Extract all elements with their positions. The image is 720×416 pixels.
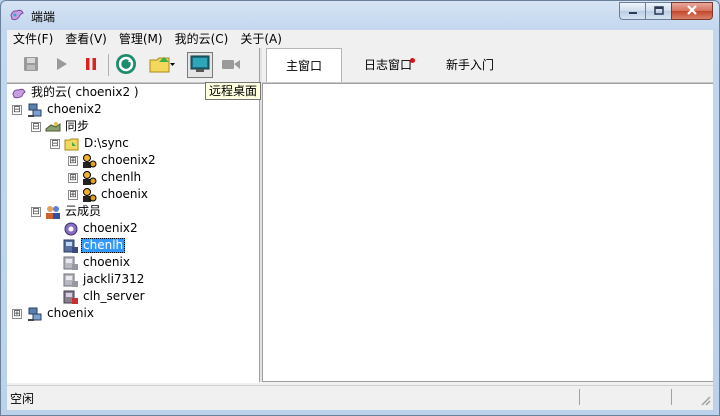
tree-label: choenix2 [47,102,102,116]
close-button[interactable] [671,2,713,20]
server-icon [63,289,79,305]
tree-label: choenix [83,255,130,269]
user-sync-icon [81,187,97,203]
expand-toggle[interactable]: ⊞ [12,309,22,319]
play-icon [53,56,69,75]
tree-label: choenix [101,187,148,201]
cloud-tree[interactable]: 我的云( choenix2 ) ⊟ choenix2 ⊟ 同步 ⊟ D:\syn… [7,83,259,383]
tree-item-sync-chenlh[interactable]: chenlh [81,169,143,186]
tooltip: 远程桌面 [205,82,262,100]
play-button[interactable] [49,53,73,77]
menu-bar: 文件(F) 查看(V) 管理(M) 我的云(C) 关于(A) [7,30,713,48]
title-bar[interactable]: 端端 [1,1,719,29]
refresh-icon [115,53,137,78]
tree-item-member-choenix[interactable]: choenix [63,254,132,271]
folder-icon [64,136,80,152]
expand-toggle[interactable]: ⊞ [68,173,78,183]
expand-toggle[interactable]: ⊟ [50,139,60,149]
computer-offline-icon [63,272,79,288]
tree-label: D:\sync [84,136,129,150]
tree-label: jackli7312 [83,272,145,286]
network-computer-icon [27,306,43,322]
tree-item-member-chenlh[interactable]: chenlh [63,237,126,254]
save-icon [23,56,39,75]
pause-icon [83,56,99,75]
tree-label: 同步 [65,119,90,133]
pause-button[interactable] [79,53,103,77]
notification-dot [410,58,415,63]
tree-item-member-jackli7312[interactable]: jackli7312 [63,271,146,288]
tree-item-my-cloud[interactable]: 我的云( choenix2 ) [11,84,141,101]
client-area: 远程桌面 主窗口 日志窗口 新手入门 我的云( choenix2 ) ⊟ cho… [7,48,713,410]
expand-toggle[interactable]: ⊟ [31,207,41,217]
tree-item-sync-choenix2[interactable]: choenix2 [81,152,158,169]
expand-toggle[interactable]: ⊞ [68,156,78,166]
computer-offline-icon [63,255,79,271]
refresh-button[interactable] [113,53,139,77]
menu-view[interactable]: 查看(V) [59,30,113,48]
expand-toggle[interactable]: ⊟ [12,105,22,115]
computer-online-icon [63,238,79,254]
tree-label: chenlh [101,170,142,184]
toolbar [7,48,259,83]
save-button[interactable] [19,53,43,77]
cloud-icon [11,85,27,101]
main-content-pane [262,83,713,382]
status-text: 空闲 [10,392,35,406]
tree-item-choenix[interactable]: choenix [27,305,96,322]
upload-folder-button[interactable] [143,53,181,77]
tree-item-sync[interactable]: 同步 [45,118,91,135]
menu-manage[interactable]: 管理(M) [113,30,169,48]
app-window: 端端 文件(F) 查看(V) 管理(M) 我的云(C) 关于(A) 远程桌面 主… [0,0,720,416]
tree-label-selected: chenlh [81,238,126,253]
upload-folder-icon [149,54,175,77]
tab-label: 新手入门 [445,58,494,72]
tree-label: 我的云( choenix2 ) [31,85,139,99]
menu-my-cloud[interactable]: 我的云(C) [169,30,235,48]
minimize-button[interactable] [619,2,645,20]
app-logo-icon [9,7,25,23]
tree-item-sync-choenix[interactable]: choenix [81,186,150,203]
status-divider [579,389,580,405]
tree-label: choenix2 [83,221,138,235]
menu-about[interactable]: 关于(A) [234,30,288,48]
remote-desktop-icon [190,55,210,76]
tree-item-member-clh-server[interactable]: clh_server [63,288,147,305]
resize-grip-icon[interactable] [699,394,711,406]
tree-item-members[interactable]: 云成员 [45,203,103,220]
sync-icon [45,119,61,135]
user-sync-icon [81,153,97,169]
tab-label: 主窗口 [285,59,322,73]
gear-computer-icon [63,221,79,237]
tree-item-choenix2[interactable]: choenix2 [27,101,104,118]
maximize-button[interactable] [645,2,671,20]
tree-item-member-choenix2[interactable]: choenix2 [63,220,140,237]
tab-main-window[interactable]: 主窗口 [266,48,342,82]
tree-label: choenix2 [101,153,156,167]
group-icon [45,204,61,220]
video-camera-icon [221,57,241,74]
close-icon [686,4,698,18]
maximize-icon [653,4,664,18]
tab-log-window[interactable]: 日志窗口 [346,48,430,82]
tree-label: 云成员 [65,204,102,218]
tree-label: clh_server [83,289,145,303]
expand-toggle[interactable]: ⊞ [68,190,78,200]
status-bar: 空闲 [7,385,713,408]
minimize-icon [628,4,638,18]
remote-desktop-button[interactable] [187,52,213,78]
menu-file[interactable]: 文件(F) [7,30,59,48]
tree-label: choenix [47,306,94,320]
user-sync-icon [81,170,97,186]
tab-getting-started[interactable]: 新手入门 [428,48,512,82]
window-title: 端端 [31,10,56,24]
expand-toggle[interactable]: ⊟ [31,122,41,132]
tree-item-dsync[interactable]: D:\sync [64,135,131,152]
video-button[interactable] [219,53,243,77]
network-computer-icon [27,102,43,118]
tab-label: 日志窗口 [363,58,412,72]
status-divider [671,389,672,405]
tab-bar: 主窗口 日志窗口 新手入门 [262,48,713,83]
